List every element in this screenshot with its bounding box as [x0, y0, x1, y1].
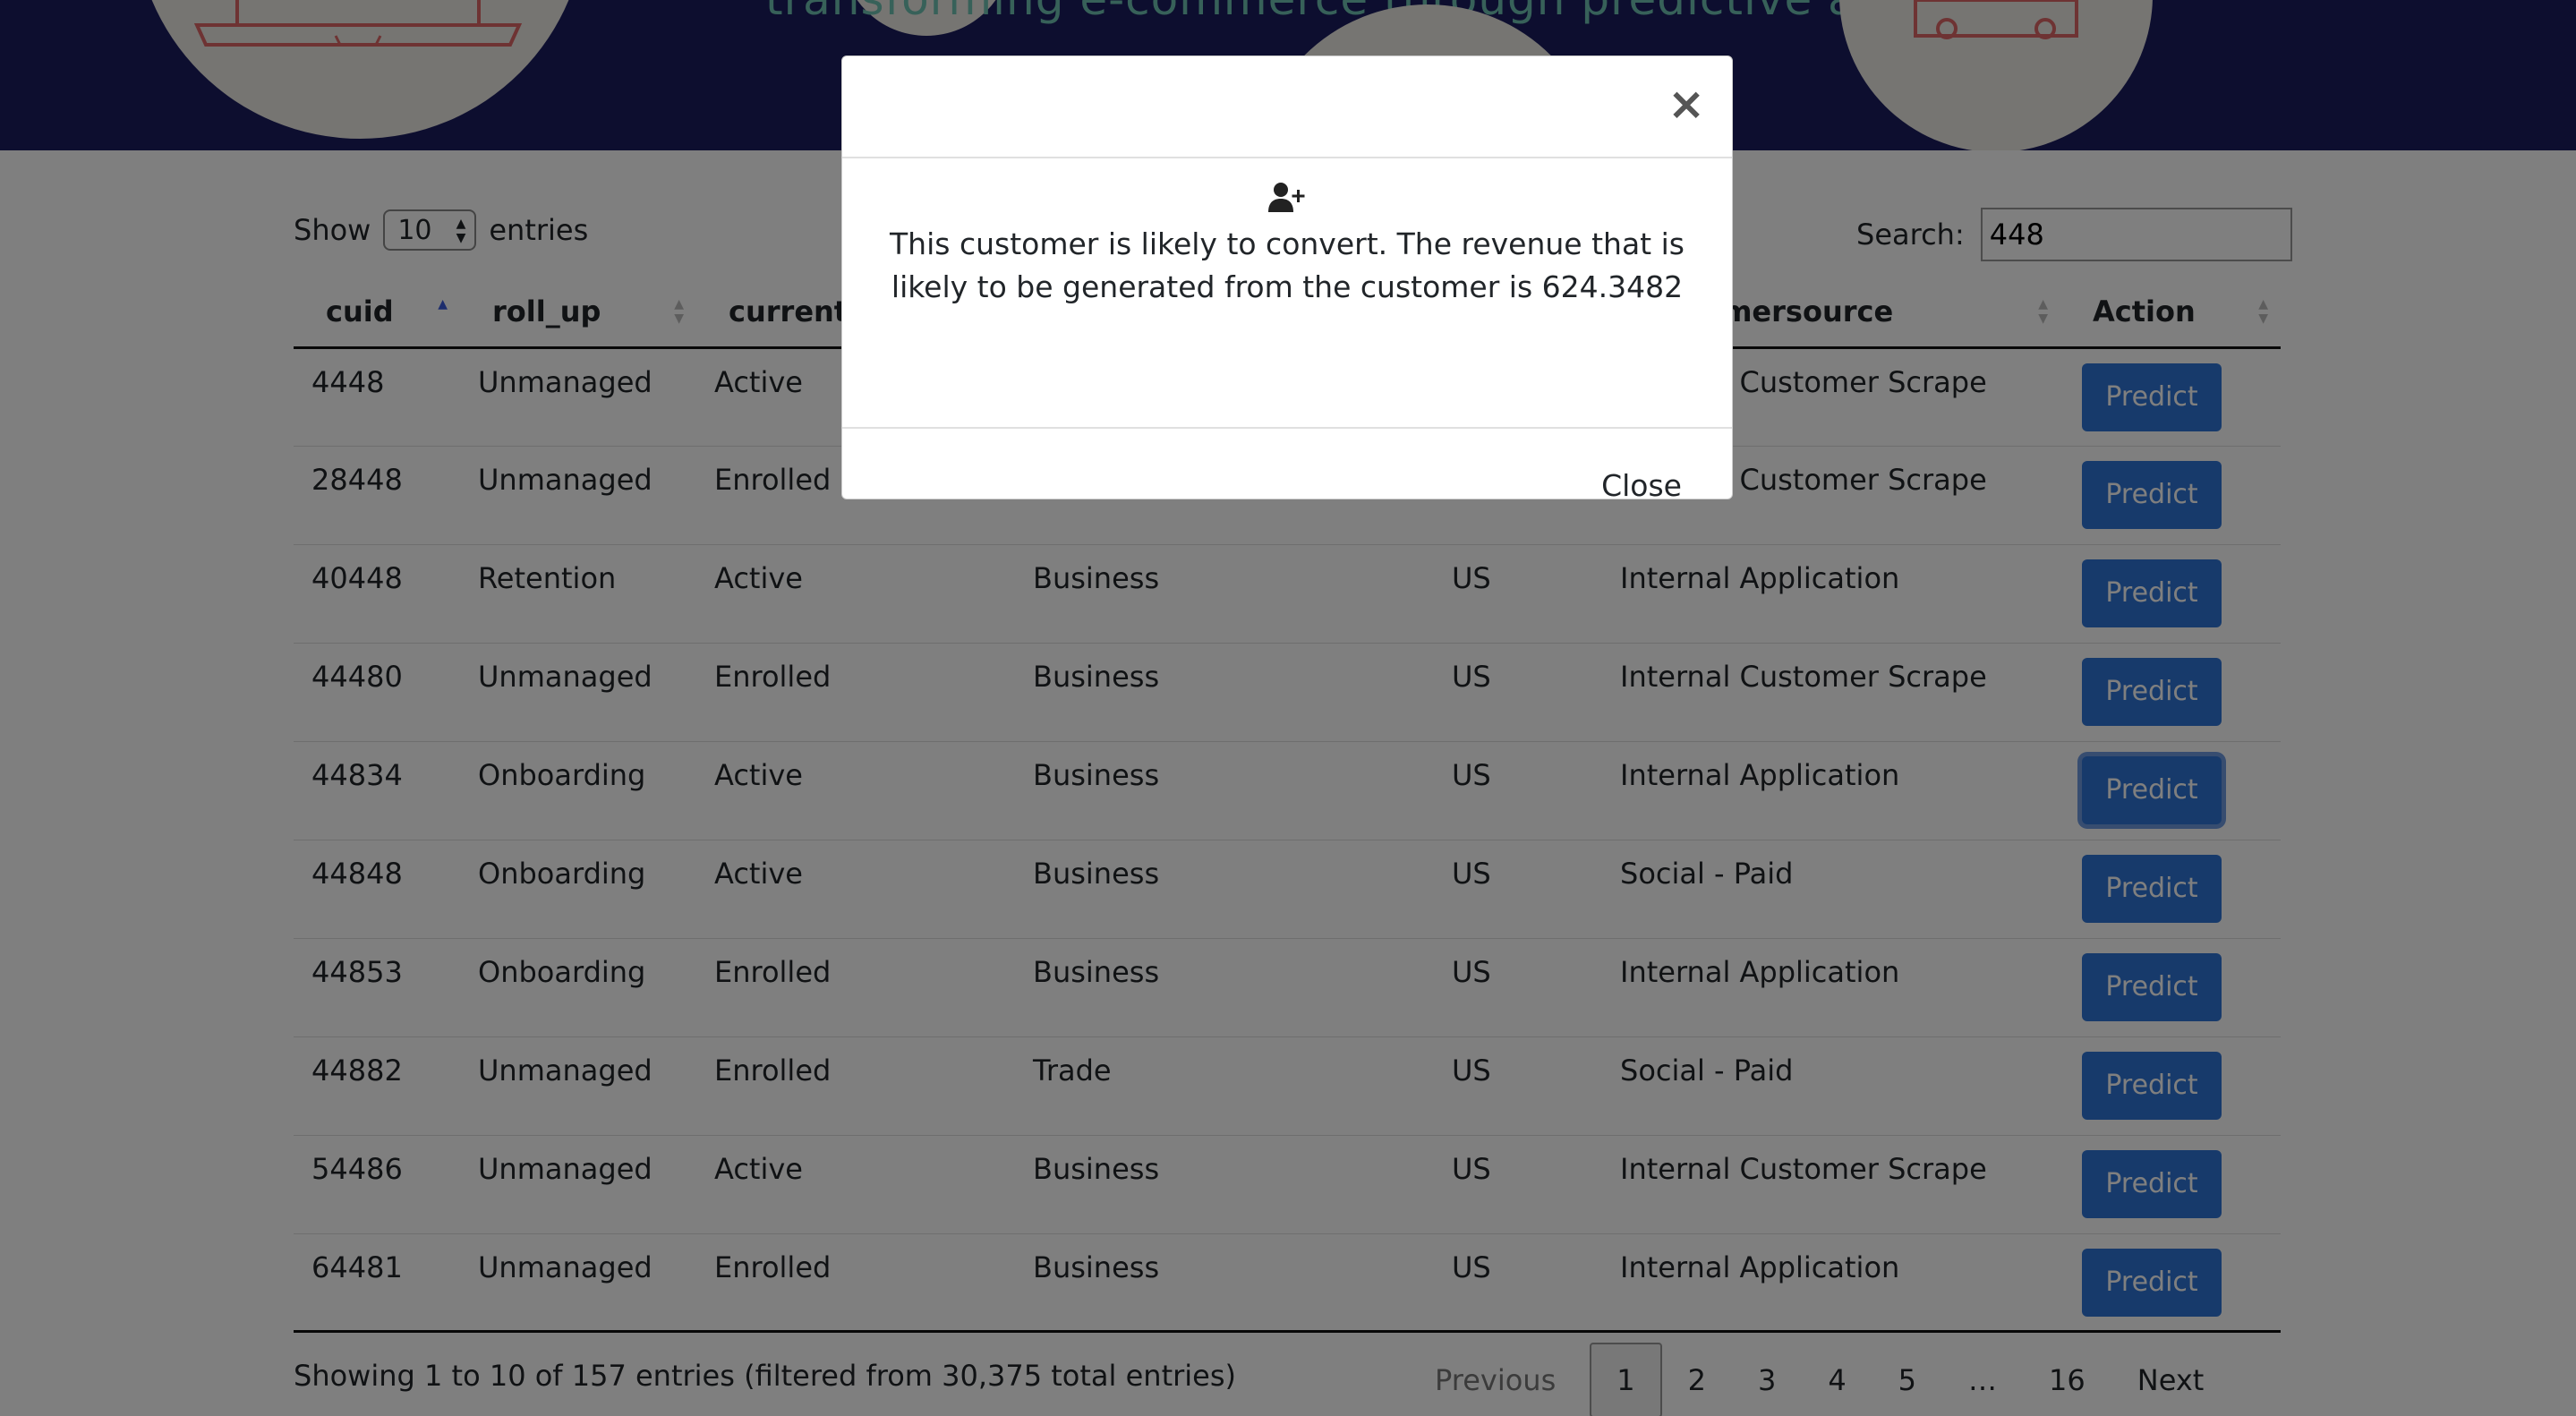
user-plus-icon — [1267, 182, 1307, 218]
modal-body: This customer is likely to convert. The … — [842, 158, 1732, 429]
modal-message: This customer is likely to convert. The … — [890, 226, 1685, 304]
prediction-modal: × This customer is likely to convert. Th… — [841, 55, 1733, 503]
close-button[interactable]: Close — [1601, 468, 1682, 503]
modal-footer: Close — [842, 429, 1732, 503]
modal-header: × — [842, 56, 1732, 158]
close-icon[interactable]: × — [1668, 81, 1705, 126]
